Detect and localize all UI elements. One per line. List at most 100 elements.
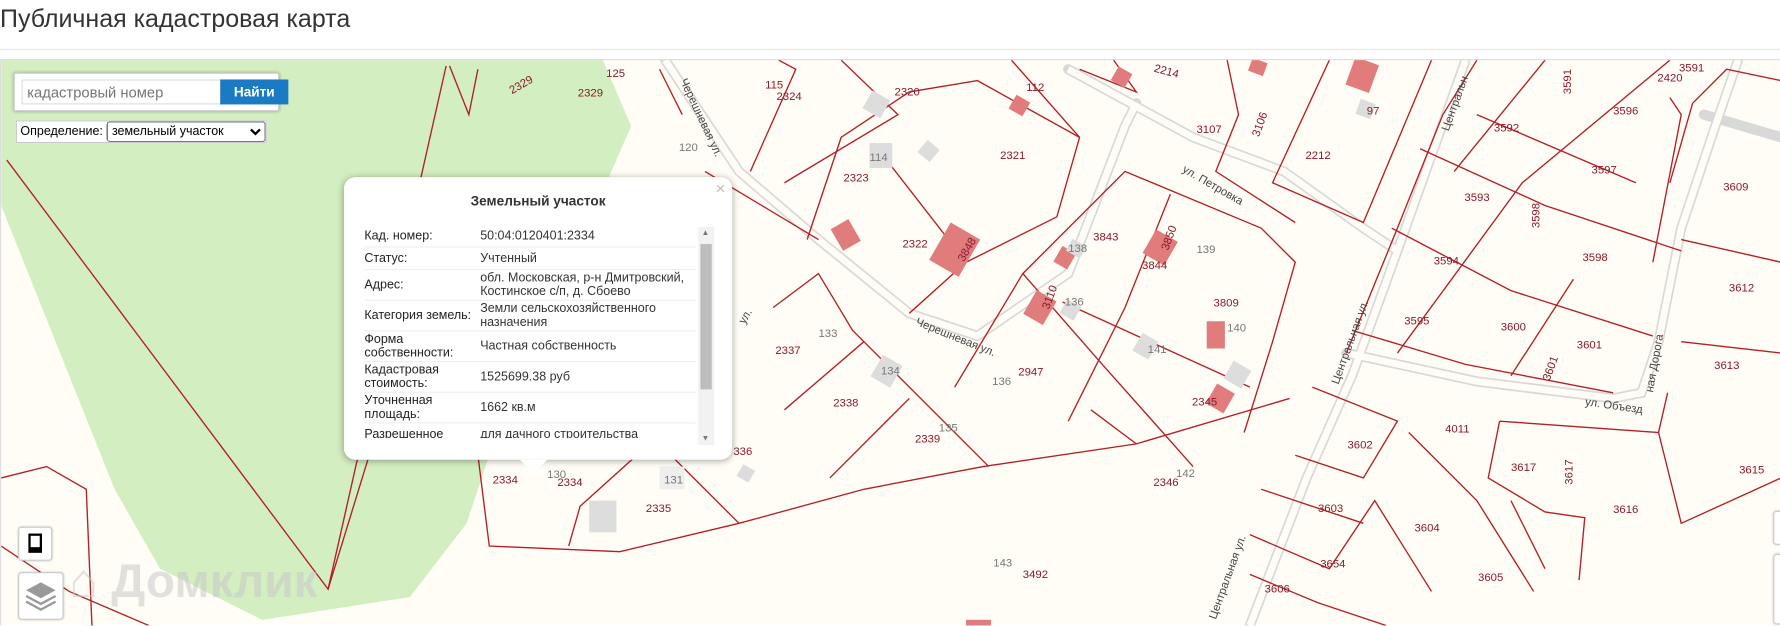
measure-button[interactable] (18, 526, 53, 561)
parcel-number-label: 3617 (1563, 459, 1575, 484)
parcel-number-label: 3604 (1414, 522, 1439, 534)
building (966, 619, 992, 626)
street-name-label: ул. (737, 307, 755, 326)
ruler-icon (28, 533, 43, 553)
building (1223, 360, 1252, 389)
close-icon[interactable]: × (715, 179, 725, 198)
parcel-number-label: 3593 (1464, 192, 1489, 204)
house-number-label: 140 (1227, 322, 1246, 334)
parcel-boundary (1419, 148, 1682, 252)
parcel-number-label: 3609 (1723, 182, 1748, 194)
parcel-number-label: 2323 (843, 173, 868, 185)
parcel-boundary (1391, 227, 1654, 337)
popup-title: Земельный участок (470, 192, 606, 209)
parcel-number-label: 3844 (1142, 260, 1167, 272)
parcel-number-label: 336 (733, 446, 752, 458)
building (1345, 60, 1380, 94)
house-number-label: 142 (1176, 468, 1195, 480)
building (1008, 94, 1031, 117)
scroll-up-icon[interactable]: ▲ (702, 229, 710, 237)
parcel-boundary (1453, 60, 1546, 172)
parcel-number-label: 2947 (1018, 367, 1043, 379)
info-row: Уточненная площадь: 1662 кв.м (364, 393, 696, 424)
parcel-number-label: 3492 (1023, 569, 1048, 581)
parcel-boundary (749, 60, 797, 172)
definition-control: Определение: земельный участок (15, 120, 267, 144)
house-number-label: 114 (870, 152, 888, 164)
parcel-info-popup: Земельный участок × Кад. номер: 50:04:012… (343, 177, 733, 474)
layers-button[interactable] (18, 572, 64, 620)
parcel-boundary (806, 79, 1081, 314)
house-number-label: 143 (993, 557, 1012, 569)
popup-scrollbar[interactable]: ▲ ▼ (698, 227, 715, 445)
parcel-boundary (1487, 421, 1586, 581)
parcel-boundary (1681, 238, 1780, 263)
parcel-number-label: 3107 (1197, 124, 1222, 136)
building (1110, 66, 1133, 89)
info-value: Частная собственность (480, 339, 617, 354)
parcel-number-label: 3598 (1530, 203, 1542, 228)
zoom-control[interactable] (1773, 553, 1780, 625)
info-value: для дачного строительства (480, 427, 639, 439)
definition-label: Определение: (20, 124, 103, 139)
building (589, 500, 617, 533)
street-name-label: Центральная ул. (1207, 534, 1249, 621)
find-button[interactable]: Найти (220, 79, 289, 105)
parcel-number-label: 3597 (1592, 165, 1617, 177)
divider (0, 48, 1780, 50)
parcel-number-label: 3606 (1265, 584, 1290, 596)
parcel-boundary (1260, 488, 1364, 524)
parcel-number-label: 3598 (1582, 252, 1607, 264)
parcel-number-label: 3613 (1714, 360, 1739, 372)
building (917, 139, 940, 163)
info-row: Кад. номер: 50:04:0120401:2334 (364, 225, 696, 248)
definition-select[interactable]: земельный участок (106, 121, 266, 142)
house-number-label: 138 (1068, 243, 1087, 255)
parcel-number-label: 2338 (833, 397, 858, 409)
map-canvas[interactable]: 2329 23291251152324 2320 11222143107 3106221… (1, 59, 1780, 626)
info-row: Форма собственности: Частная собственност… (364, 331, 696, 363)
street-name-label: ул. Объезд (1584, 396, 1643, 416)
info-row: Категория земель: Земли сельскохозяйствен… (364, 301, 696, 332)
building (862, 90, 891, 119)
scroll-down-icon[interactable]: ▼ (702, 435, 710, 443)
parcel-number-label: 3594 (1434, 256, 1459, 268)
parcel-boundary (1657, 432, 1780, 525)
parcel-boundary (1681, 341, 1780, 354)
parcel-number-label: 2324 (776, 91, 801, 103)
parcel-number-label: 115 (765, 80, 783, 92)
info-label: Кад. номер: (364, 228, 433, 243)
parcel-number-label: 112 (1026, 82, 1044, 94)
parcel-number-label: 2335 (646, 503, 671, 515)
house-number-label: 134 (881, 366, 900, 378)
parcel-number-label: 3605 (1478, 572, 1503, 584)
house-number-label: 135 (939, 422, 958, 434)
house-number-label: 130 (547, 469, 566, 481)
parcel-number-label: 3602 (1347, 439, 1372, 451)
info-value: 1662 кв.м (480, 400, 536, 415)
building (736, 464, 756, 483)
info-label: Разрешенное (364, 427, 444, 439)
popup-rows: Кад. номер: 50:04:0120401:2334 Статус: Учте… (364, 225, 696, 439)
house-number-label: 139 (1197, 244, 1216, 256)
info-value: 1525699.38 руб (480, 370, 570, 384)
street-name-label: ул. Петровка (1180, 164, 1245, 209)
domclick-watermark: ⌂ Домклик (69, 553, 318, 608)
parcel-number-label: 3616 (1613, 504, 1638, 516)
info-label: Уточненная площадь: (364, 393, 433, 422)
info-label: Адрес: (364, 278, 404, 292)
scrollbar-thumb[interactable] (700, 244, 712, 390)
parcel-number-label: 3600 (1501, 321, 1526, 333)
house-number-label: 141 (1148, 344, 1167, 356)
parcel-boundary (1408, 432, 1535, 592)
search-box: Найти (13, 72, 289, 112)
parcel-number-label: 125 (606, 68, 625, 80)
parcel-number-label: 3654 (1320, 559, 1345, 571)
cadastral-map[interactable]: 2329 2329 125 115 2324 2320 112 2214 3107 3106 221… (0, 59, 1780, 626)
parcel-boundary (1510, 500, 1546, 570)
parcel-number-label: 3809 (1214, 298, 1239, 310)
zoom-in-button[interactable] (1773, 510, 1780, 545)
parcel-number-label: 3615 (1739, 464, 1764, 476)
cadastral-number-input[interactable] (21, 79, 222, 105)
parcel-boundary (829, 397, 910, 479)
